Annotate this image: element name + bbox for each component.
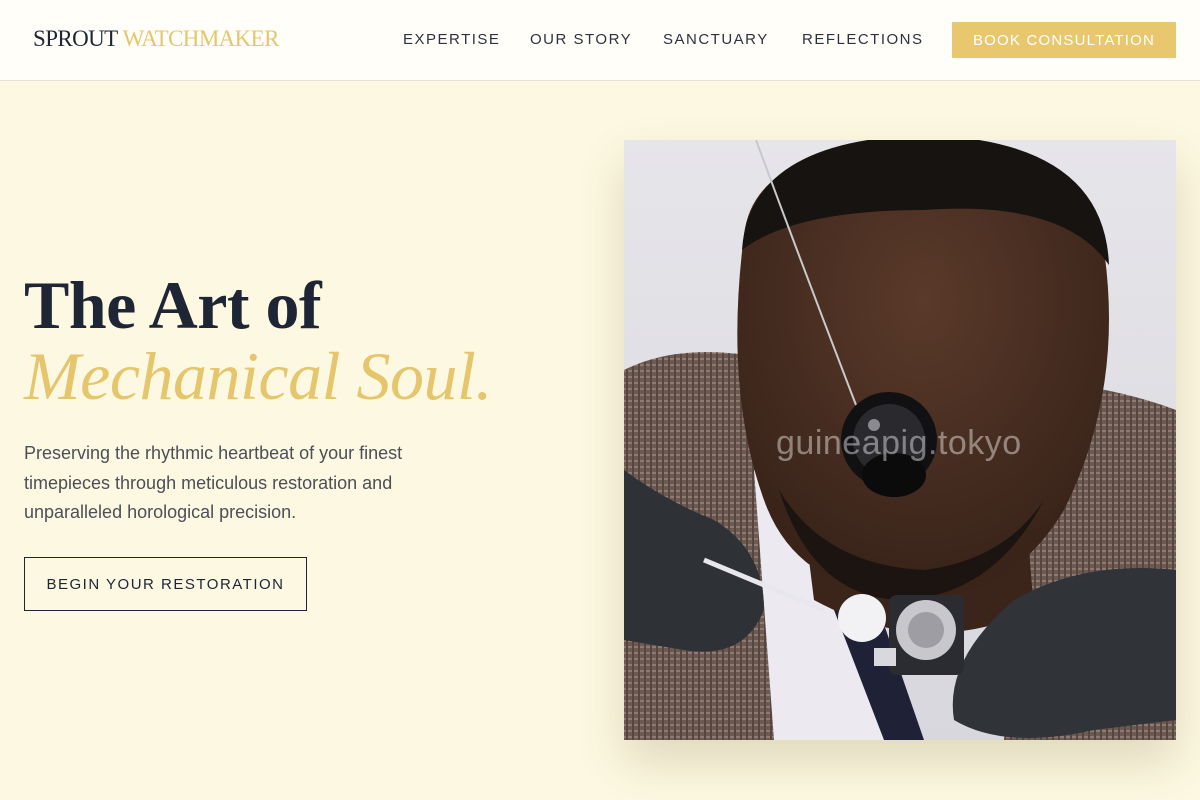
begin-restoration-button[interactable]: BEGIN YOUR RESTORATION xyxy=(24,557,307,611)
watchmaker-photo: guineapig.tokyo xyxy=(624,140,1176,740)
hero-title-line2: Mechanical Soul. xyxy=(24,338,492,414)
logo-word-sprout: SPROUT xyxy=(33,26,118,51)
site-header: SPROUT WATCHMAKER EXPERTISE OUR STORY SAN… xyxy=(0,0,1200,81)
logo-word-watchmaker: WATCHMAKER xyxy=(122,26,280,51)
nav-link-reflections[interactable]: REFLECTIONS xyxy=(802,31,924,48)
book-consultation-button[interactable]: BOOK CONSULTATION xyxy=(952,22,1176,58)
photo-watermark: guineapig.tokyo xyxy=(776,424,1022,462)
nav-link-sanctuary[interactable]: SANCTUARY xyxy=(663,31,769,48)
brand-logo[interactable]: SPROUT WATCHMAKER xyxy=(33,26,279,52)
nav-link-our-story[interactable]: OUR STORY xyxy=(530,31,632,48)
hero-description: Preserving the rhythmic heartbeat of you… xyxy=(24,443,403,522)
hero-title-line1: The Art of xyxy=(24,267,322,343)
nav-link-expertise[interactable]: EXPERTISE xyxy=(403,31,500,48)
